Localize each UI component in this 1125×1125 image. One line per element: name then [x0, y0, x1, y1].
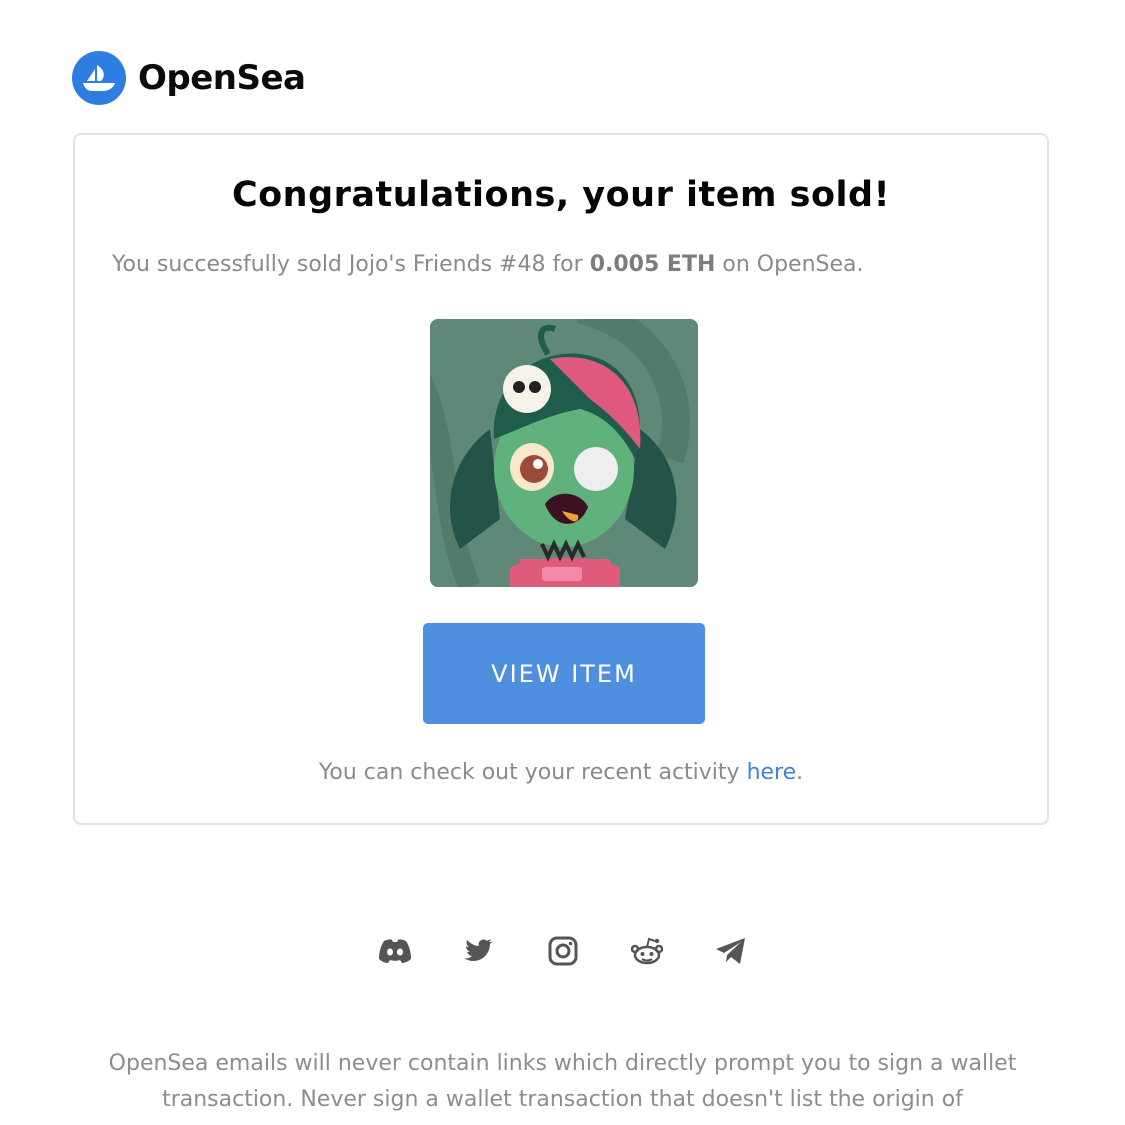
recent-activity-link[interactable]: here: [747, 760, 797, 785]
sale-notification-card: Congratulations, your item sold! You suc…: [73, 133, 1049, 825]
brand-name[interactable]: OpenSea: [138, 58, 306, 98]
card-title: Congratulations, your item sold!: [231, 175, 891, 215]
opensea-logo-icon[interactable]: [72, 51, 126, 105]
telegram-icon[interactable]: [713, 933, 749, 969]
discord-icon[interactable]: [377, 933, 413, 969]
security-disclaimer: OpenSea emails will never contain links …: [108, 1051, 1017, 1112]
sale-price: 0.005 ETH: [589, 252, 716, 277]
activity-suffix: .: [796, 760, 804, 785]
recent-activity-text: You can check out your recent activity h…: [75, 760, 1047, 785]
activity-prefix: You can check out your recent activity: [318, 760, 747, 785]
reddit-icon[interactable]: [629, 933, 665, 969]
sale-suffix: on OpenSea.: [715, 252, 864, 277]
nft-zombie-girl-illustration: [430, 319, 698, 587]
nft-image[interactable]: [430, 319, 698, 587]
email-header: OpenSea: [72, 50, 306, 106]
sale-description: You successfully sold Jojo's Friends #48…: [112, 252, 864, 277]
twitter-icon[interactable]: [461, 933, 497, 969]
social-links: [0, 933, 1125, 969]
sale-prefix: You successfully sold Jojo's Friends #48…: [112, 252, 590, 277]
view-item-button[interactable]: VIEW ITEM: [423, 623, 705, 724]
instagram-icon[interactable]: [545, 933, 581, 969]
